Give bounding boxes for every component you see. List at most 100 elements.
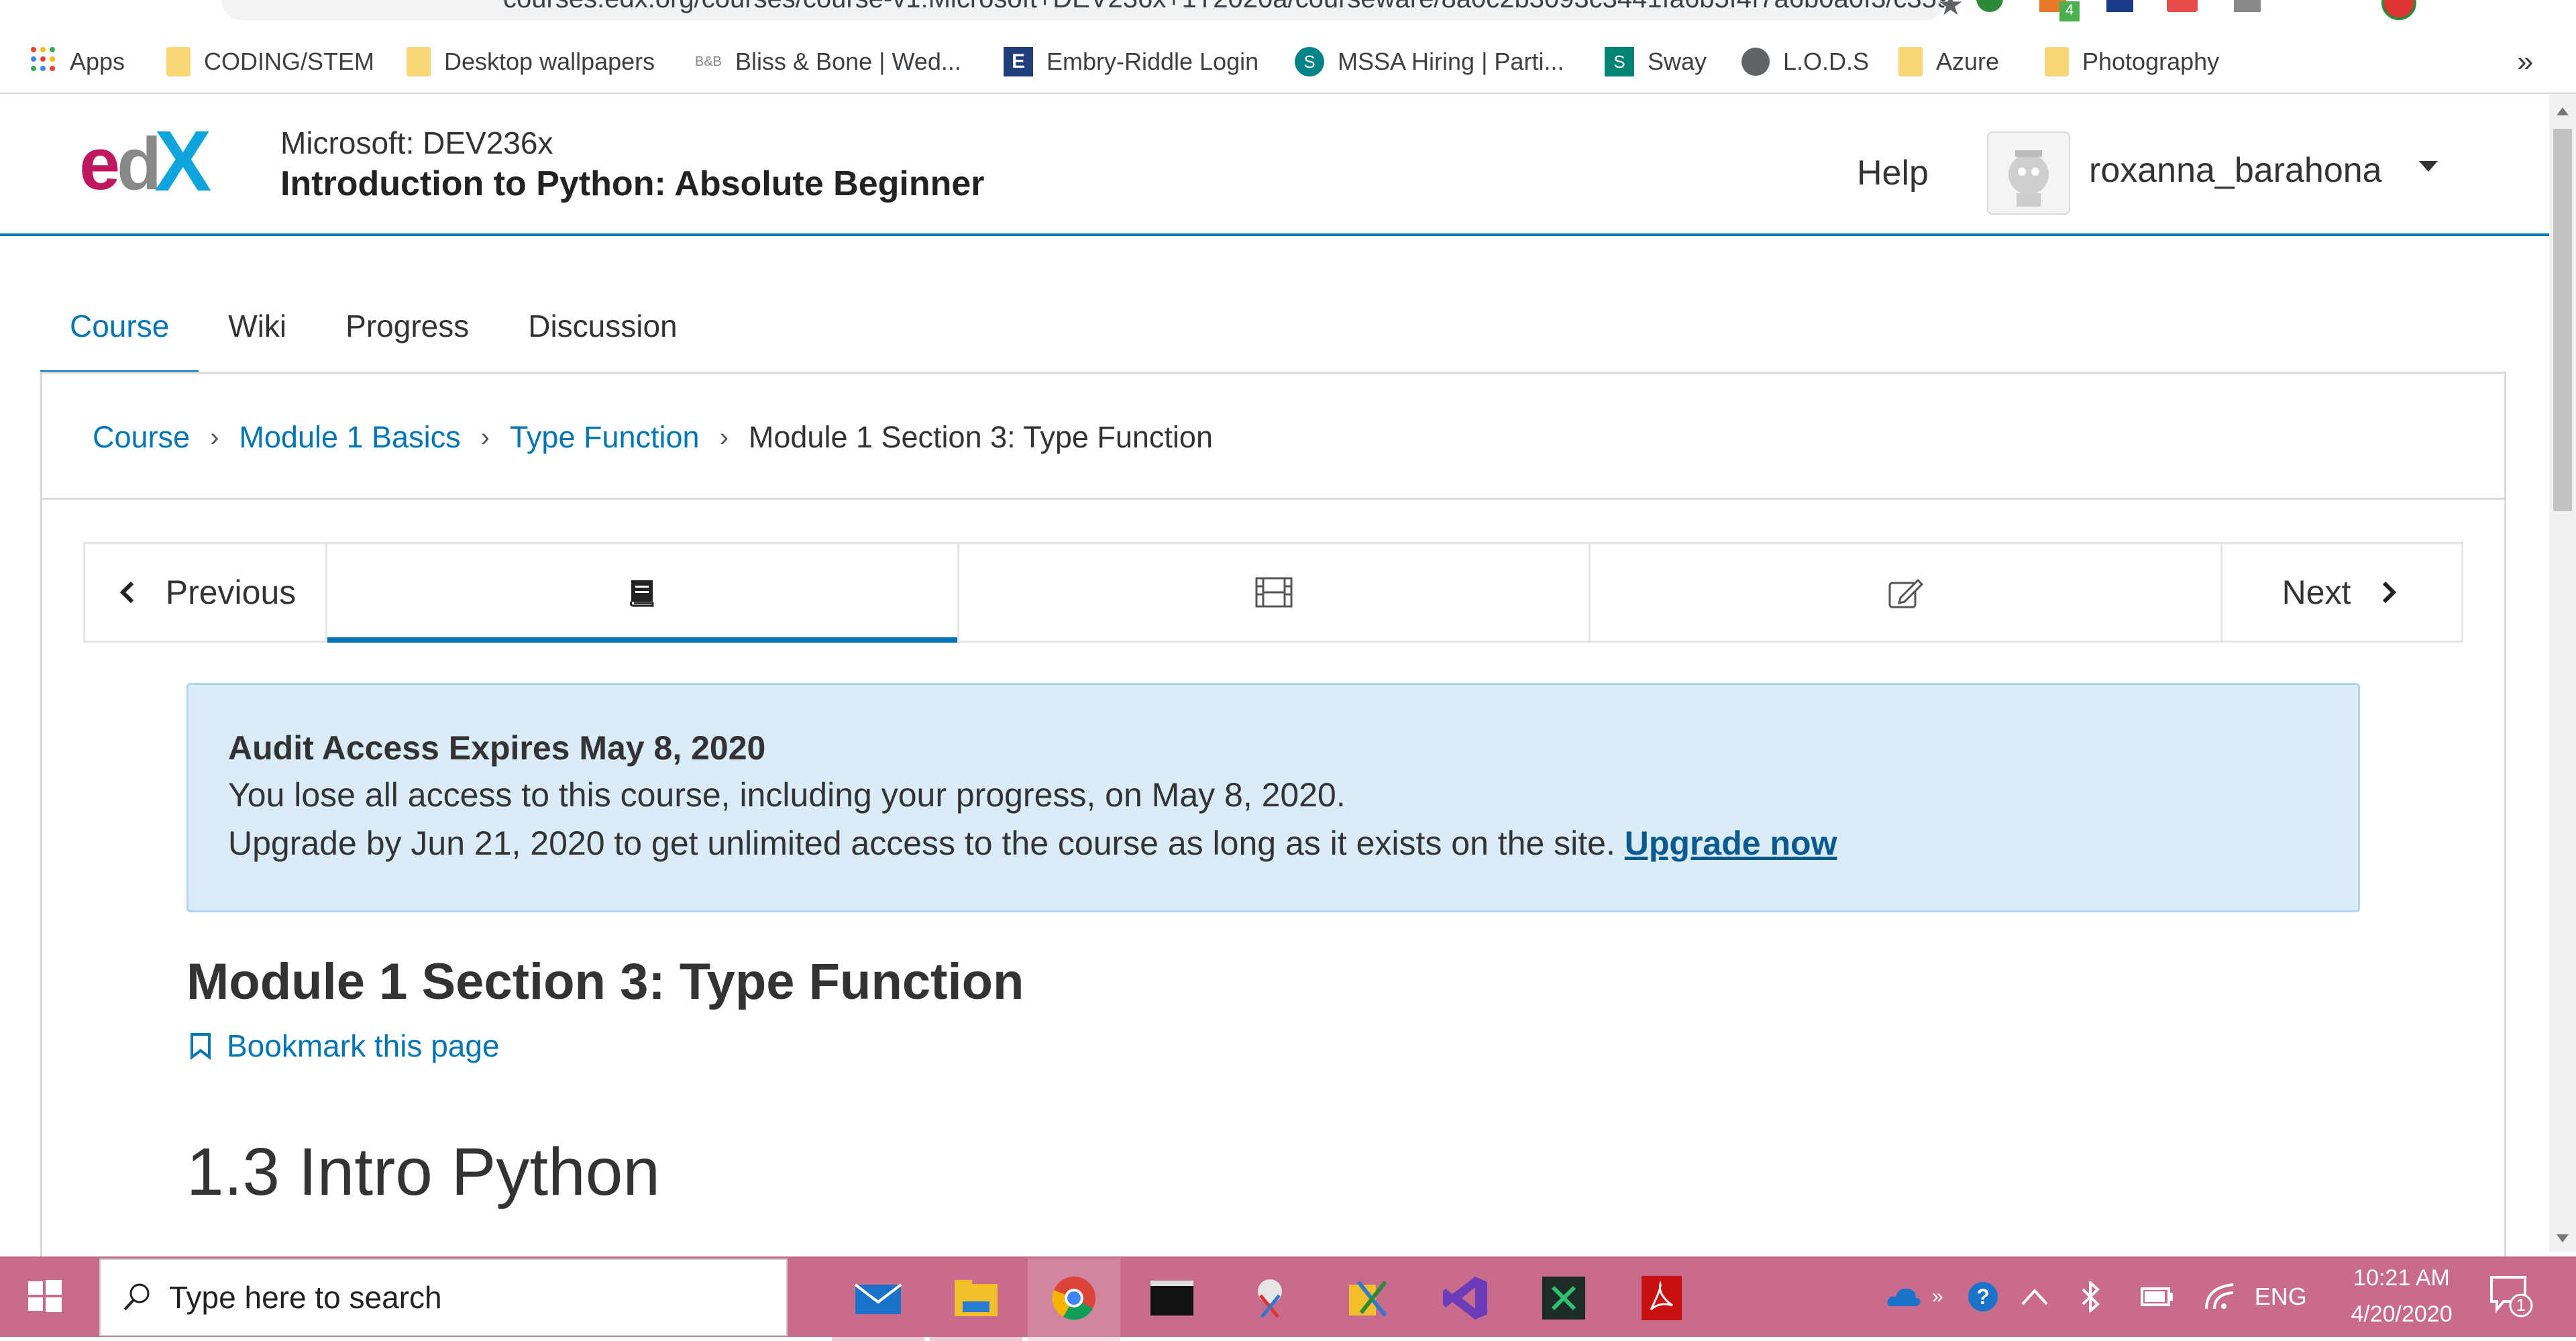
notifications-button[interactable]: 1 [2489, 1275, 2536, 1321]
bookmark-label: Desktop wallpapers [444, 48, 655, 75]
folder-icon [166, 47, 191, 76]
course-tabs: Course Wiki Progress Discussion [40, 282, 707, 376]
bookmark-label: Apps [70, 48, 125, 75]
alert-upgrade-message: Upgrade by Jun 21, 2020 to get unlimited… [228, 824, 1837, 863]
taskbar-file-explorer[interactable] [930, 1258, 1022, 1341]
bookmark-label: Sway [1648, 48, 1707, 75]
bookmark-label: Photography [2082, 48, 2220, 75]
bookmark-label: CODING/STEM [204, 48, 375, 75]
problem-edit-icon [1888, 578, 1923, 608]
wifi-icon[interactable] [2204, 1282, 2236, 1311]
tab-discussion[interactable]: Discussion [498, 282, 706, 370]
bookmark-bliss-bone[interactable]: B&B Bliss & Bone | Wed... [695, 30, 961, 94]
erau-icon: E [1004, 47, 1033, 76]
clock-date: 4/20/2020 [2351, 1301, 2453, 1327]
chevron-up-icon[interactable] [2020, 1287, 2049, 1307]
scrollbar-thumb[interactable] [2553, 129, 2572, 511]
battery-icon[interactable] [2139, 1283, 2174, 1310]
notification-count: 1 [2516, 1295, 2526, 1315]
star-icon[interactable]: ★ [1937, 0, 1964, 22]
bookmark-photography[interactable]: Photography [2045, 30, 2219, 94]
taskbar-clock[interactable]: 10:21 AM 4/20/2020 [2348, 1260, 2455, 1332]
bookmark-desktop-wallpapers[interactable]: Desktop wallpapers [407, 30, 655, 94]
taskbar-visual-studio[interactable] [1419, 1258, 1512, 1337]
profile-icon[interactable] [2381, 0, 2416, 20]
folder-icon [1898, 47, 1923, 76]
search-placeholder: Type here to search [169, 1280, 442, 1315]
taskbar-terminal[interactable] [1126, 1258, 1218, 1337]
course-org: Microsoft: DEV236x [280, 125, 553, 160]
bb-site-icon: B&B [695, 54, 722, 69]
username[interactable]: roxanna_barahona [2089, 150, 2382, 191]
divider [42, 498, 2505, 500]
sequence-unit-video[interactable] [959, 544, 1591, 641]
bookmark-mssa-hiring[interactable]: S MSSA Hiring | Parti... [1295, 30, 1564, 94]
taskbar-search[interactable]: Type here to search [99, 1258, 788, 1336]
tray-overflow-icon[interactable]: » [1932, 1285, 1943, 1308]
unit-title: Module 1 Section 3: Type Function [186, 953, 1024, 1010]
bookmark-coding-stem[interactable]: CODING/STEM [166, 30, 374, 94]
svg-text:?: ? [1976, 1285, 1990, 1309]
bookmark-azure[interactable]: Azure [1898, 30, 1999, 94]
onedrive-icon[interactable] [1885, 1283, 1923, 1310]
taskbar-snipping-tool[interactable] [1224, 1258, 1316, 1337]
extension-red-icon[interactable] [2167, 0, 2198, 12]
clock-time: 10:21 AM [2353, 1265, 2450, 1291]
scroll-up-icon[interactable] [2557, 107, 2569, 115]
tab-course[interactable]: Course [40, 282, 199, 376]
taskbar-excel-app[interactable] [1517, 1258, 1610, 1337]
extension-blue-icon[interactable] [2106, 0, 2133, 12]
bookmarks-overflow-button[interactable]: » [2517, 30, 2533, 94]
mail-icon [854, 1283, 902, 1314]
sequence-unit-problem[interactable] [1591, 544, 2223, 641]
language-indicator[interactable]: ENG [2255, 1283, 2307, 1311]
bookmark-icon [191, 1033, 211, 1060]
breadcrumb-course[interactable]: Course [93, 420, 190, 455]
previous-button[interactable]: Previous [85, 544, 327, 641]
chevron-right-icon: › [210, 422, 219, 452]
chevron-down-icon[interactable] [2419, 161, 2438, 172]
help-link[interactable]: Help [1857, 153, 1929, 193]
bookmark-label: Azure [1936, 48, 2000, 75]
taskbar-chrome[interactable] [1028, 1258, 1120, 1341]
scroll-down-icon[interactable] [2557, 1234, 2569, 1242]
windows-start-icon[interactable] [27, 1279, 63, 1315]
address-bar[interactable]: courses.edx.org/courses/course-v1:Micros… [221, 0, 1945, 20]
folder-icon [407, 47, 431, 76]
course-title: Introduction to Python: Absolute Beginne… [280, 164, 985, 203]
breadcrumb-module[interactable]: Module 1 Basics [239, 420, 460, 455]
snipping-tool-icon [1258, 1279, 1282, 1318]
extension-green-icon[interactable] [1976, 0, 2003, 12]
taskbar-mail[interactable] [832, 1258, 924, 1341]
bookmark-sway[interactable]: S Sway [1605, 30, 1707, 94]
breadcrumb-current: Module 1 Section 3: Type Function [748, 420, 1213, 454]
avatar[interactable] [1987, 131, 2070, 215]
tab-wiki[interactable]: Wiki [199, 282, 316, 370]
previous-label: Previous [165, 574, 297, 611]
bookmark-apps[interactable]: Apps [30, 30, 125, 94]
excel-app-icon [1542, 1276, 1585, 1320]
tool-app-icon [1349, 1280, 1387, 1317]
chrome-icon [1052, 1276, 1095, 1320]
taskbar-acrobat[interactable] [1615, 1258, 1708, 1337]
taskbar-tool-app[interactable] [1322, 1258, 1414, 1337]
bookmark-button[interactable]: Bookmark this page [189, 1028, 500, 1064]
edx-logo[interactable]: e d X [79, 113, 240, 209]
bookmark-label: Bookmark this page [227, 1028, 500, 1063]
breadcrumb-subsection[interactable]: Type Function [510, 420, 700, 455]
extension-gray-icon[interactable] [2234, 0, 2261, 12]
system-tray: » ? ENG [1885, 1256, 2307, 1337]
bluetooth-icon[interactable] [2080, 1281, 2100, 1312]
bookmark-label: Bliss & Bone | Wed... [735, 48, 961, 75]
sequence-unit-text[interactable] [327, 544, 959, 643]
next-button[interactable]: Next [2222, 544, 2461, 641]
help-circle-icon[interactable]: ? [1966, 1280, 2000, 1313]
tab-progress[interactable]: Progress [316, 282, 498, 370]
bookmarks-bar: Apps CODING/STEM Desktop wallpapers B&B … [0, 30, 2576, 94]
bookmark-embry-riddle[interactable]: E Embry-Riddle Login [1004, 30, 1258, 94]
upgrade-now-link[interactable]: Upgrade now [1625, 824, 1837, 862]
bookmark-lods[interactable]: L.O.D.S [1741, 30, 1869, 94]
search-icon [123, 1283, 150, 1311]
file-explorer-icon [955, 1279, 998, 1316]
video-icon [1255, 577, 1293, 608]
